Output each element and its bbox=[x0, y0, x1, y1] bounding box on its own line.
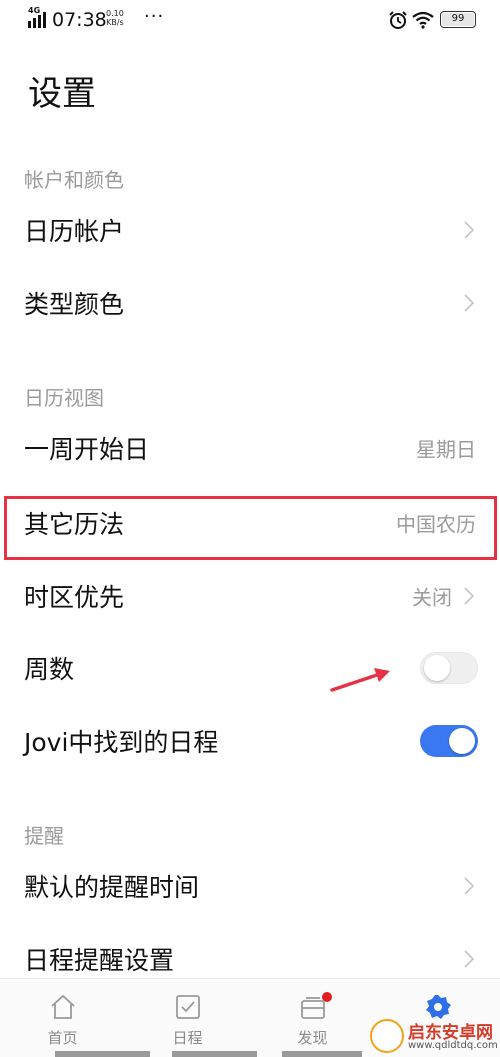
nav-label: 日程 bbox=[172, 1029, 203, 1047]
jovi-schedules-toggle[interactable] bbox=[420, 725, 478, 757]
row-label: 日程提醒设置 bbox=[24, 946, 175, 975]
more-notifications-icon: ··· bbox=[144, 6, 165, 27]
section-title-reminder: 提醒 bbox=[24, 824, 64, 848]
alarm-icon bbox=[389, 11, 407, 29]
nav-label: 首页 bbox=[47, 1029, 78, 1047]
notification-badge bbox=[322, 992, 332, 1002]
nav-schedule[interactable]: 日程 bbox=[125, 979, 250, 1057]
week-numbers-toggle[interactable] bbox=[420, 652, 478, 684]
nav-home[interactable]: 首页 bbox=[0, 979, 125, 1057]
watermark-url: www.qdldtdq.com bbox=[408, 1040, 498, 1051]
toggle-knob bbox=[424, 655, 450, 681]
section-title-account: 帐户和颜色 bbox=[24, 168, 124, 192]
toggle-knob bbox=[449, 728, 475, 754]
row-value: 星期日 bbox=[416, 437, 476, 462]
chevron-right-icon bbox=[464, 221, 474, 239]
row-label: 日历帐户 bbox=[24, 217, 125, 246]
status-bar: 4G 07:38 0.10 KB/s ··· 99 bbox=[0, 0, 500, 40]
chevron-right-icon bbox=[464, 950, 474, 968]
chevron-right-icon bbox=[464, 587, 474, 605]
annotation-arrow-icon bbox=[330, 668, 390, 692]
checkbox-icon bbox=[175, 995, 200, 1019]
row-type-color[interactable]: 类型颜色 bbox=[0, 267, 500, 339]
network-speed-unit: KB/s bbox=[106, 18, 124, 27]
highlight-box bbox=[4, 496, 497, 560]
row-label: 默认的提醒时间 bbox=[24, 873, 200, 902]
wifi-icon bbox=[412, 11, 434, 29]
gesture-bar-segment bbox=[282, 1051, 362, 1057]
signal-icon bbox=[28, 12, 46, 28]
row-week-numbers: 周数 bbox=[0, 632, 500, 704]
row-calendar-account[interactable]: 日历帐户 bbox=[0, 194, 500, 266]
gesture-bar-segment bbox=[55, 1051, 150, 1057]
row-label: 一周开始日 bbox=[24, 435, 150, 464]
section-title-calendar-view: 日历视图 bbox=[24, 386, 104, 410]
row-value: 关闭 bbox=[412, 585, 452, 610]
gesture-bar-segment bbox=[172, 1051, 257, 1057]
nav-label: 发现 bbox=[297, 1029, 328, 1047]
watermark: 启东安卓网 www.qdldtdq.com bbox=[370, 1015, 500, 1057]
row-timezone-priority[interactable]: 时区优先 关闭 bbox=[0, 560, 500, 632]
row-label: 时区优先 bbox=[24, 583, 125, 612]
clock: 07:38 bbox=[52, 9, 107, 31]
chevron-right-icon bbox=[464, 294, 474, 312]
row-week-start-day[interactable]: 一周开始日 星期日 bbox=[0, 412, 500, 484]
network-speed-value: 0.10 bbox=[106, 9, 124, 18]
page-title: 设置 bbox=[28, 74, 96, 114]
watermark-logo-icon bbox=[370, 1019, 404, 1053]
row-label: Jovi中找到的日程 bbox=[24, 728, 219, 757]
home-icon bbox=[50, 994, 75, 1019]
row-label: 周数 bbox=[24, 655, 75, 684]
row-jovi-schedules: Jovi中找到的日程 bbox=[0, 705, 500, 777]
battery-icon: 99 bbox=[440, 11, 476, 28]
row-default-reminder-time[interactable]: 默认的提醒时间 bbox=[0, 850, 500, 922]
nav-discover[interactable]: 发现 bbox=[250, 979, 375, 1057]
network-speed: 0.10 KB/s bbox=[106, 9, 124, 27]
row-label: 类型颜色 bbox=[24, 290, 125, 319]
battery-level: 99 bbox=[451, 13, 465, 24]
chevron-right-icon bbox=[464, 877, 474, 895]
